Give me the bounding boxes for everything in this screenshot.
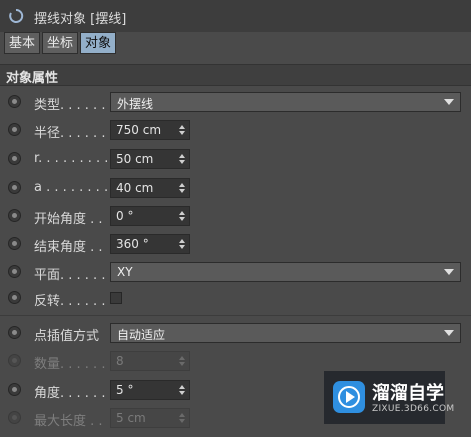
row-interpolation: 点插值方式 自动适应 — [0, 319, 471, 347]
animation-radio-icon[interactable] — [8, 383, 21, 396]
stepper-arrows-icon[interactable] — [178, 123, 186, 137]
stepper-arrows-icon — [179, 413, 185, 423]
divider — [0, 315, 471, 316]
watermark: 溜溜自学 ZIXUE.3D66.COM — [324, 371, 454, 424]
tab-object[interactable]: 对象 — [80, 32, 117, 54]
animation-radio-icon[interactable] — [8, 152, 21, 165]
spinner-icon — [9, 8, 24, 23]
count-value: 8 — [116, 354, 124, 368]
interpolation-dropdown[interactable]: 自动适应 — [110, 323, 461, 343]
title-bar: 摆线对象 [摆线] — [0, 0, 471, 32]
type-dropdown[interactable]: 外摆线 — [110, 92, 461, 112]
max-length-input: 5 cm — [110, 408, 190, 428]
animation-radio-icon[interactable] — [8, 123, 21, 136]
stepper-arrows-icon[interactable] — [178, 209, 186, 223]
tab-basic[interactable]: 基本 — [4, 32, 41, 54]
stepper-arrows-icon[interactable] — [178, 383, 186, 397]
row-r: r. . . . . . . . . 50 cm — [0, 145, 471, 173]
animation-radio-icon[interactable] — [8, 181, 21, 194]
interpolation-label: 点插值方式 — [34, 329, 100, 344]
start-angle-label: 开始角度 . . — [34, 212, 103, 227]
dropdown-arrow-icon — [444, 99, 454, 105]
play-logo-icon — [333, 381, 365, 413]
count-label: 数量. . . . . . — [34, 357, 106, 372]
tab-bar: 基本 坐标 对象 — [4, 32, 117, 56]
stepper-arrows-icon — [179, 356, 185, 366]
row-end-angle: 结束角度 . . 360 ° — [0, 230, 471, 258]
animation-radio-icon[interactable] — [8, 265, 21, 278]
animation-radio-icon — [8, 411, 21, 424]
animation-radio-icon[interactable] — [8, 209, 21, 222]
max-length-value: 5 cm — [116, 411, 146, 425]
max-length-label: 最大长度 . . — [34, 414, 103, 429]
start-angle-input[interactable]: 0 ° — [110, 206, 190, 226]
animation-radio-icon[interactable] — [8, 291, 21, 304]
plane-value: XY — [117, 265, 133, 279]
radius-input[interactable]: 750 cm — [110, 120, 190, 140]
row-reverse: 反转. . . . . . — [0, 284, 471, 312]
interpolation-value: 自动适应 — [117, 328, 166, 342]
count-input: 8 — [110, 351, 190, 371]
end-angle-label: 结束角度 . . — [34, 240, 103, 255]
row-radius: 半径. . . . . . 750 cm — [0, 116, 471, 144]
animation-radio-icon[interactable] — [8, 95, 21, 108]
row-type: 类型. . . . . . 外摆线 — [0, 88, 471, 116]
tab-coordinates[interactable]: 坐标 — [42, 32, 79, 54]
end-angle-value: 360 ° — [116, 237, 149, 251]
row-plane: 平面. . . . . . XY — [0, 258, 471, 286]
plane-dropdown[interactable]: XY — [110, 262, 461, 282]
animation-radio-icon[interactable] — [8, 237, 21, 250]
plane-label: 平面. . . . . . — [34, 268, 106, 283]
r-value: 50 cm — [116, 152, 154, 166]
dropdown-arrow-icon — [444, 269, 454, 275]
a-value: 40 cm — [116, 181, 154, 195]
angle-value: 5 ° — [116, 383, 134, 397]
section-header: 对象属性 — [0, 64, 471, 86]
type-label: 类型. . . . . . — [34, 98, 106, 113]
stepper-arrows-icon[interactable] — [178, 181, 186, 195]
animation-radio-icon — [8, 354, 21, 367]
a-label: a . . . . . . . . — [34, 180, 109, 195]
a-input[interactable]: 40 cm — [110, 178, 190, 198]
row-start-angle: 开始角度 . . 0 ° — [0, 202, 471, 230]
angle-label: 角度. . . . . . — [34, 386, 106, 401]
dropdown-arrow-icon — [444, 330, 454, 336]
radius-value: 750 cm — [116, 123, 162, 137]
stepper-arrows-icon[interactable] — [178, 152, 186, 166]
start-angle-value: 0 ° — [116, 209, 134, 223]
r-label: r. . . . . . . . . — [34, 151, 109, 166]
reverse-checkbox[interactable] — [110, 292, 122, 304]
type-value: 外摆线 — [117, 97, 154, 111]
object-title: 摆线对象 [摆线] — [34, 12, 127, 27]
watermark-url: ZIXUE.3D66.COM — [372, 404, 455, 414]
end-angle-input[interactable]: 360 ° — [110, 234, 190, 254]
angle-input[interactable]: 5 ° — [110, 380, 190, 400]
animation-radio-icon[interactable] — [8, 326, 21, 339]
row-a: a . . . . . . . . 40 cm — [0, 174, 471, 202]
reverse-label: 反转. . . . . . — [34, 294, 106, 309]
watermark-brand: 溜溜自学 — [372, 383, 444, 404]
stepper-arrows-icon[interactable] — [178, 237, 186, 251]
r-input[interactable]: 50 cm — [110, 149, 190, 169]
section-title: 对象属性 — [6, 71, 59, 86]
radius-label: 半径. . . . . . — [34, 126, 106, 141]
